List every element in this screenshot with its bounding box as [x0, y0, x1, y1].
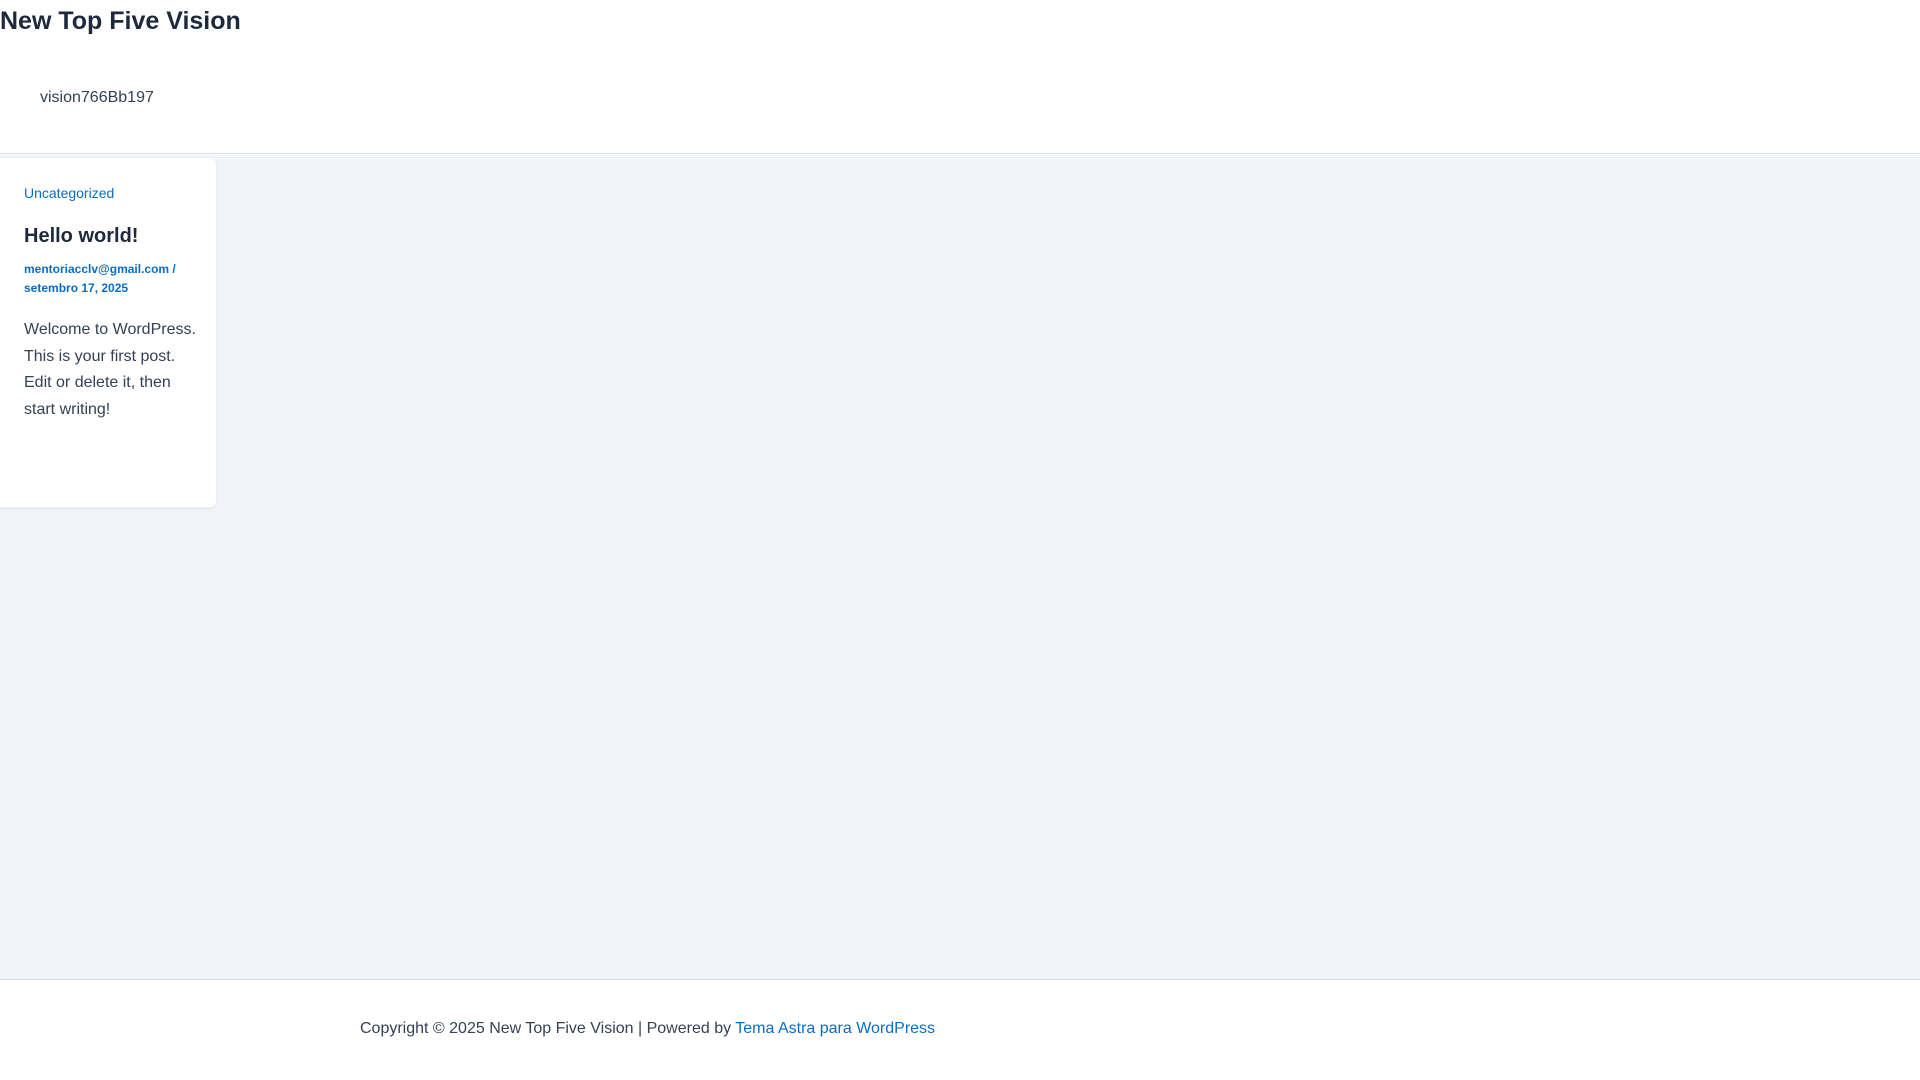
post-title-link[interactable]: Hello world! — [24, 223, 138, 249]
site-footer: Copyright © 2025 New Top Five Vision | P… — [0, 979, 1920, 1080]
post-category-link[interactable]: Uncategorized — [24, 184, 114, 202]
site-header: New Top Five Vision vision766Bb197 — [0, 0, 1920, 154]
post-excerpt: Welcome to WordPress. This is your first… — [24, 321, 196, 418]
post-author-link[interactable]: mentoriacclv@gmail.com — [24, 262, 169, 276]
post-meta: mentoriacclv@gmail.com / setembro 17, 20… — [24, 260, 204, 298]
site-title-link[interactable]: New Top Five Vision — [0, 4, 241, 38]
meta-separator: / — [169, 262, 176, 276]
nav-item-vision[interactable]: vision766Bb197 — [40, 86, 154, 110]
post-card: Uncategorized Hello world! mentoriacclv@… — [0, 158, 216, 507]
copyright-text: Copyright © 2025 New Top Five Vision | P… — [360, 1020, 736, 1037]
content-area: Uncategorized Hello world! mentoriacclv@… — [0, 155, 1920, 979]
post-date-link[interactable]: setembro 17, 2025 — [24, 281, 128, 295]
theme-link[interactable]: Tema Astra para WordPress — [735, 1020, 935, 1037]
footer-copyright: Copyright © 2025 New Top Five Vision | P… — [360, 1018, 935, 1040]
